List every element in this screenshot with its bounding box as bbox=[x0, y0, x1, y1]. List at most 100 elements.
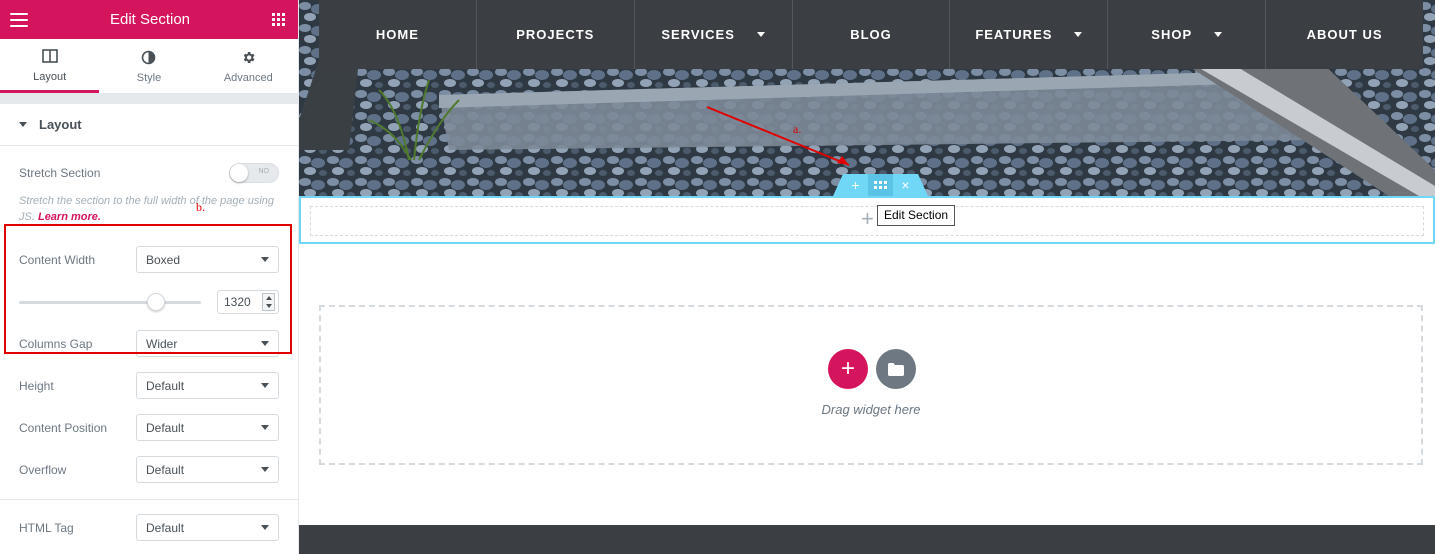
edit-section-button[interactable] bbox=[868, 174, 893, 196]
nav-services[interactable]: SERVICES bbox=[635, 0, 793, 69]
columns-gap-select[interactable]: Wider bbox=[136, 330, 279, 357]
toolbar-edge bbox=[918, 174, 928, 196]
height-label: Height bbox=[19, 378, 54, 393]
nav-blog[interactable]: BLOG bbox=[793, 0, 951, 69]
chevron-down-icon bbox=[261, 525, 269, 530]
nav-features[interactable]: FEATURES bbox=[950, 0, 1109, 69]
columns-gap-label: Columns Gap bbox=[19, 336, 93, 351]
folder-icon bbox=[888, 362, 904, 376]
stretch-description: Stretch the section to the full width of… bbox=[19, 193, 281, 225]
stretch-section-toggle[interactable]: NO bbox=[229, 163, 279, 183]
html-tag-value: Default bbox=[146, 520, 185, 535]
overflow-row: Overflow Default bbox=[19, 456, 279, 483]
nav-projects[interactable]: PROJECTS bbox=[477, 0, 635, 69]
tab-style-label: Style bbox=[136, 72, 162, 84]
tab-style[interactable]: Style bbox=[99, 39, 198, 93]
editor-panel: Edit Section Layout Style Advanced Layou… bbox=[0, 0, 299, 554]
overflow-label: Overflow bbox=[19, 462, 67, 477]
height-select[interactable]: Default bbox=[136, 372, 279, 399]
overflow-select[interactable]: Default bbox=[136, 456, 279, 483]
stretch-section-row: Stretch Section NO bbox=[19, 163, 279, 183]
content-width-label: Content Width bbox=[19, 252, 96, 267]
drop-zone-buttons: + bbox=[828, 349, 916, 389]
chevron-down-icon bbox=[261, 425, 269, 430]
annotation-label-a: a. bbox=[793, 122, 801, 136]
content-position-label: Content Position bbox=[19, 420, 108, 435]
nav-label: SERVICES bbox=[661, 27, 735, 42]
nav-label: HOME bbox=[375, 27, 419, 42]
html-tag-label: HTML Tag bbox=[19, 520, 74, 535]
panel-header: Edit Section bbox=[0, 0, 298, 39]
divider bbox=[0, 499, 298, 500]
panel-tabs: Layout Style Advanced bbox=[0, 39, 298, 94]
html-tag-controls: HTML Tag Default bbox=[0, 514, 298, 541]
toolbar-edge bbox=[833, 174, 843, 196]
footer-bar bbox=[299, 525, 1435, 554]
tab-advanced[interactable]: Advanced bbox=[199, 39, 298, 93]
menu-icon[interactable] bbox=[10, 12, 28, 27]
nav-label: ABOUT US bbox=[1306, 27, 1383, 42]
stretch-section-label: Stretch Section bbox=[19, 166, 101, 180]
content-position-select[interactable]: Default bbox=[136, 414, 279, 441]
nav-label: BLOG bbox=[850, 27, 892, 42]
toggle-knob bbox=[230, 164, 248, 182]
toggle-state-text: NO bbox=[258, 168, 270, 175]
html-tag-row: HTML Tag Default bbox=[19, 514, 279, 541]
add-section-plus-icon[interactable]: + bbox=[843, 174, 868, 196]
add-new-section-button[interactable]: + bbox=[828, 349, 868, 389]
page-preview: a. HOME PROJECTS SERVICES BLOG FEATURES … bbox=[299, 0, 1435, 554]
caret-down-icon bbox=[19, 122, 27, 127]
content-width-value: Boxed bbox=[146, 252, 181, 267]
height-row: Height Default bbox=[19, 372, 279, 399]
chevron-down-icon bbox=[261, 467, 269, 472]
caret-down-icon bbox=[1074, 32, 1083, 37]
add-widget-plus-icon[interactable]: + bbox=[861, 208, 874, 230]
layout-controls: Stretch Section NO Stretch the section t… bbox=[0, 163, 298, 483]
caret-down-icon bbox=[756, 32, 765, 37]
slider-handle[interactable] bbox=[146, 292, 165, 311]
nav-label: PROJECTS bbox=[516, 27, 595, 42]
panel-separator bbox=[0, 94, 298, 104]
columns-gap-value: Wider bbox=[146, 336, 178, 351]
columns-gap-row: Columns Gap Wider bbox=[19, 330, 279, 357]
section-handle-toolbar: + × bbox=[833, 174, 928, 196]
add-section-drop-zone[interactable]: + Drag widget here bbox=[319, 305, 1423, 465]
chevron-down-icon bbox=[261, 257, 269, 262]
width-number-value: 1320 bbox=[224, 295, 251, 309]
widgets-grid-icon[interactable] bbox=[271, 12, 286, 27]
delete-section-close-icon[interactable]: × bbox=[893, 174, 918, 196]
layout-section-title: Layout bbox=[39, 117, 82, 132]
gear-icon bbox=[241, 48, 256, 66]
nav-label: FEATURES bbox=[975, 27, 1053, 42]
nav-label: SHOP bbox=[1151, 27, 1193, 42]
annotation-label-b: b. bbox=[196, 200, 205, 214]
edit-section-tooltip: Edit Section bbox=[877, 205, 956, 226]
template-library-button[interactable] bbox=[876, 349, 916, 389]
width-number-input[interactable]: 1320 bbox=[217, 290, 279, 314]
html-tag-select[interactable]: Default bbox=[136, 514, 279, 541]
width-slider-row: 1320 bbox=[19, 290, 279, 314]
nav-shop[interactable]: SHOP bbox=[1108, 0, 1267, 69]
content-position-row: Content Position Default bbox=[19, 414, 279, 441]
number-spinner[interactable] bbox=[262, 293, 275, 311]
content-width-row: Content Width Boxed bbox=[19, 246, 279, 273]
nav-home[interactable]: HOME bbox=[319, 0, 477, 69]
tab-layout[interactable]: Layout bbox=[0, 39, 100, 93]
panel-title: Edit Section bbox=[109, 11, 191, 28]
overflow-value: Default bbox=[146, 462, 185, 477]
layout-section-toggle[interactable]: Layout bbox=[0, 104, 298, 146]
height-value: Default bbox=[146, 378, 185, 393]
columns-icon bbox=[41, 47, 58, 65]
tab-advanced-label: Advanced bbox=[223, 72, 273, 84]
nav-about-us[interactable]: ABOUT US bbox=[1266, 0, 1423, 69]
learn-more-link[interactable]: Learn more. bbox=[38, 211, 101, 223]
content-position-value: Default bbox=[146, 420, 185, 435]
caret-down-icon bbox=[1214, 32, 1223, 37]
contrast-icon bbox=[141, 48, 156, 66]
chevron-down-icon bbox=[261, 383, 269, 388]
width-slider[interactable] bbox=[19, 292, 201, 311]
drag-widget-hint: Drag widget here bbox=[821, 402, 921, 417]
main-navigation: HOME PROJECTS SERVICES BLOG FEATURES SHO… bbox=[319, 0, 1423, 69]
tab-layout-label: Layout bbox=[33, 70, 67, 83]
content-width-select[interactable]: Boxed bbox=[136, 246, 279, 273]
